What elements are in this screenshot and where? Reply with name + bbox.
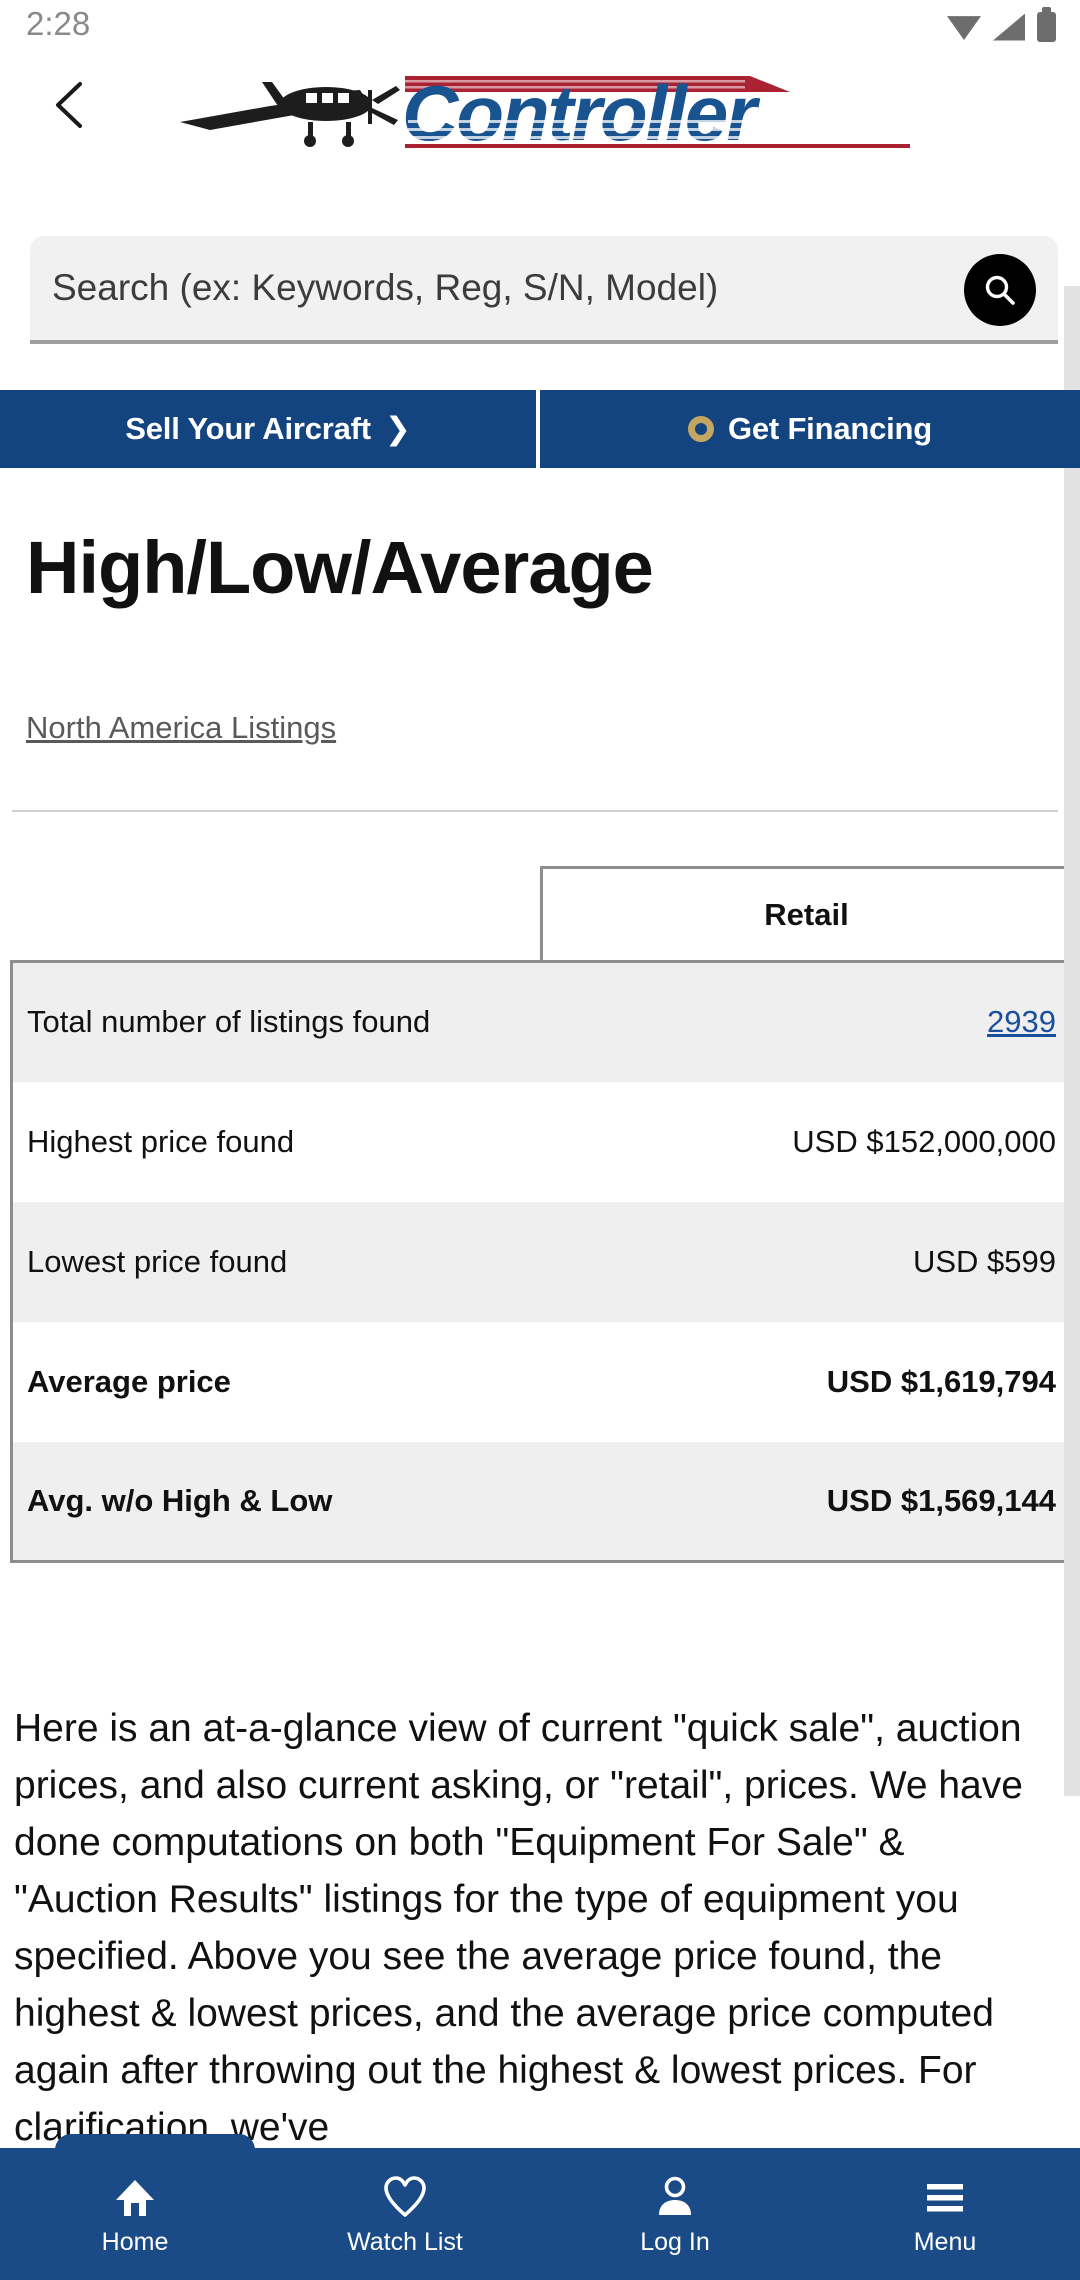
row-value: USD $1,569,144 [541, 1441, 1073, 1563]
bottom-navigation-bar: Home Watch List Log In Menu [0, 2148, 1080, 2280]
coin-icon [687, 416, 714, 442]
nav-label-log-in: Log In [640, 2227, 710, 2256]
table-row: Total number of listings found 2939 [10, 960, 1073, 1082]
row-label: Total number of listings found [10, 960, 542, 1082]
sell-your-aircraft-button[interactable]: Sell Your Aircraft ❯ [0, 390, 540, 468]
nav-label-watch-list: Watch List [347, 2227, 463, 2256]
home-icon [112, 2174, 158, 2220]
nav-item-log-in[interactable]: Log In [540, 2148, 810, 2280]
explanatory-paragraph: Here is an at-a-glance view of current "… [14, 1707, 1023, 2149]
nav-item-menu[interactable]: Menu [810, 2148, 1080, 2280]
cell-signal-icon [993, 13, 1025, 41]
status-bar-icons [947, 7, 1056, 42]
search-field-container[interactable] [30, 236, 1058, 344]
battery-icon [1037, 7, 1056, 42]
wifi-icon [947, 16, 981, 40]
nav-label-menu: Menu [913, 2227, 977, 2256]
status-bar: 2:28 [0, 0, 1080, 56]
search-submit-button[interactable] [964, 254, 1036, 326]
table-row: Highest price found USD $152,000,000 [10, 1081, 1073, 1202]
status-bar-clock: 2:28 [26, 5, 91, 42]
sell-your-aircraft-label: Sell Your Aircraft [125, 411, 371, 446]
table-body: Total number of listings found 2939 High… [10, 960, 1073, 1563]
search-icon [985, 275, 1015, 305]
hamburger-icon [922, 2174, 968, 2220]
table-row: Avg. w/o High & Low USD $1,569,144 [10, 1441, 1073, 1563]
row-value: USD $152,000,000 [541, 1081, 1073, 1202]
listings-count-link[interactable]: 2939 [987, 1004, 1056, 1039]
row-label: Highest price found [10, 1081, 542, 1202]
heart-icon [382, 2174, 428, 2220]
app-screen: 2:28 Controller Search (ex: Keywords, Re… [0, 0, 1080, 2280]
get-financing-label: Get Financing [727, 411, 933, 446]
controller-logo[interactable]: Controller [150, 60, 910, 152]
search-zone [0, 158, 1080, 344]
page-title: High/Low/Average [26, 526, 654, 609]
table-row: Lowest price found USD $599 [10, 1201, 1073, 1322]
table-head: Retail [11, 866, 1073, 963]
airplane-icon: Controller [180, 69, 910, 152]
table-header-blank [11, 867, 542, 962]
table-header-row: Retail [11, 866, 1073, 963]
nav-item-watch-list[interactable]: Watch List [270, 2148, 540, 2280]
row-value: 2939 [541, 960, 1073, 1082]
table-header-retail: Retail [540, 866, 1073, 963]
chevron-left-icon [56, 82, 82, 128]
search-input[interactable] [52, 236, 912, 340]
svg-text:Controller: Controller [402, 69, 760, 152]
app-header: Controller [0, 56, 1080, 154]
row-value: USD $599 [541, 1201, 1073, 1322]
high-low-average-table: Retail Total number of listings found 29… [10, 866, 1073, 1563]
content-divider [12, 810, 1058, 812]
quick-action-bar: Sell Your Aircraft ❯ Get Financing [0, 390, 1080, 468]
chevron-right-icon: ❯ [384, 411, 411, 446]
row-value: USD $1,619,794 [541, 1321, 1073, 1442]
north-america-listings-link[interactable]: North America Listings [26, 710, 336, 746]
nav-item-home[interactable]: Home [0, 2148, 270, 2280]
row-label: Lowest price found [10, 1201, 542, 1322]
nav-label-home: Home [101, 2227, 169, 2256]
table-row: Average price USD $1,619,794 [10, 1321, 1073, 1442]
row-label: Avg. w/o High & Low [10, 1441, 542, 1563]
get-financing-button[interactable]: Get Financing [540, 390, 1080, 468]
back-button[interactable] [40, 74, 102, 136]
row-label: Average price [10, 1321, 542, 1442]
person-icon [652, 2174, 698, 2220]
